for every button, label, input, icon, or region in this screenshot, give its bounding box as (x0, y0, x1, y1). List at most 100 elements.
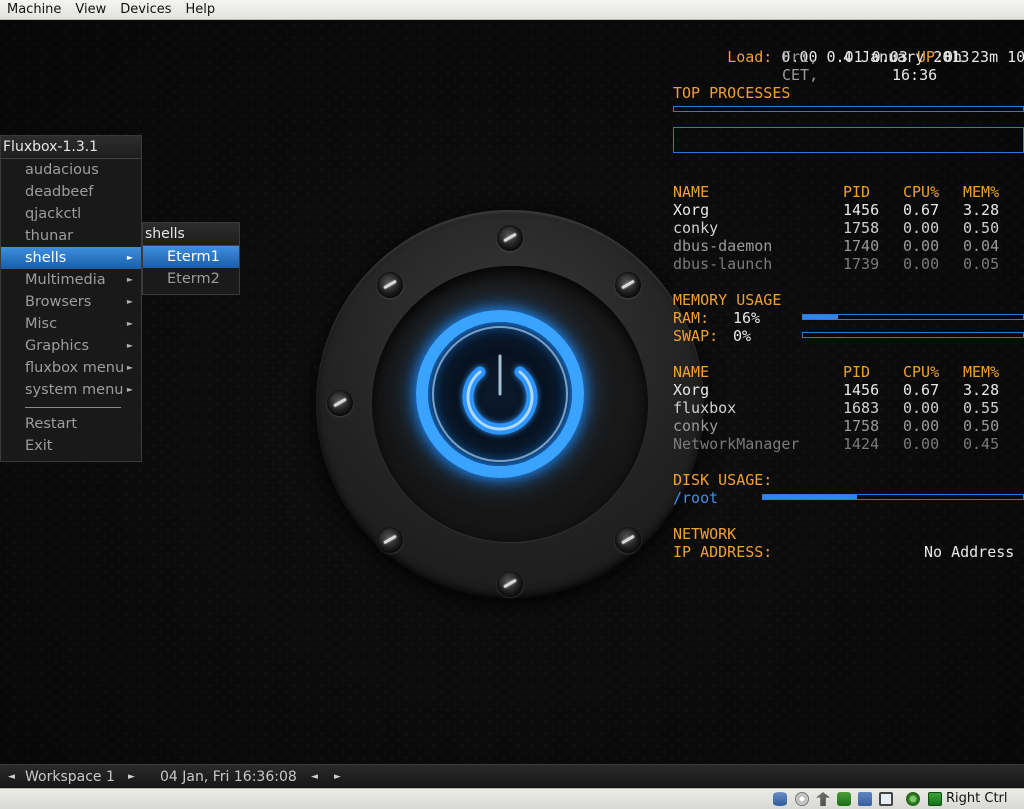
submenu-title: shells (143, 223, 239, 246)
menu-machine[interactable]: Machine (0, 0, 68, 20)
shared-folders-icon[interactable] (858, 792, 872, 806)
menu-devices[interactable]: Devices (113, 0, 178, 20)
process-name: Xorg (673, 381, 710, 399)
keyboard-capture-icon[interactable] (928, 792, 942, 806)
hard-disk-icon[interactable] (773, 792, 787, 806)
toolbar-clock: 04 Jan, Fri 16:36:08 (160, 769, 297, 785)
ip-address-value: No Address (924, 543, 1015, 561)
optical-drive-icon[interactable] (795, 792, 809, 806)
memory-usage-heading: MEMORY USAGE (673, 291, 782, 309)
time-value: 16:36 (892, 66, 938, 84)
usb-icon[interactable] (816, 792, 830, 806)
conky-monitor: Load: 0.00 0.01 0.03 UP:0h 23m 10s Fri, … (673, 20, 1024, 561)
swap-bar (802, 332, 1024, 338)
cpu-graph (673, 127, 1024, 153)
menu-item-restart[interactable]: Restart (1, 413, 141, 435)
menu-item-eterm2[interactable]: Eterm2 (143, 268, 239, 290)
column-header-mem: MEM% (963, 183, 1000, 201)
menu-item-label: Eterm1 (167, 249, 220, 265)
submenu-arrow-icon: ► (126, 385, 133, 394)
menu-item-audacious[interactable]: audacious (1, 159, 141, 181)
menu-item-eterm1[interactable]: Eterm1 (143, 246, 239, 268)
process-mem: 0.45 (963, 435, 1000, 453)
shells-submenu: shells Eterm1 Eterm2 (142, 222, 240, 295)
menu-item-label: Graphics (25, 338, 90, 354)
menu-item-thunar[interactable]: thunar (1, 225, 141, 247)
menu-item-label: qjackctl (25, 206, 82, 222)
menu-item-label: shells (25, 250, 67, 266)
screw-icon (327, 390, 353, 416)
menu-view[interactable]: View (68, 0, 113, 20)
disk-root-bar (762, 494, 1024, 500)
day-label: Fri, (782, 48, 819, 66)
display-icon[interactable] (879, 792, 893, 806)
process-cpu: 0.00 (903, 399, 940, 417)
process-cpu: 0.67 (903, 201, 940, 219)
workspace-prev-icon[interactable]: ◄ (8, 765, 15, 789)
submenu-arrow-icon: ► (126, 297, 133, 306)
column-header-cpu: CPU% (903, 183, 940, 201)
submenu-arrow-icon: ► (126, 275, 133, 284)
date-value: 4 January 2013 (843, 48, 970, 66)
process-pid: 1456 (843, 201, 880, 219)
top-processes-heading: TOP PROCESSES (673, 84, 791, 102)
submenu-arrow-icon: ► (126, 363, 133, 372)
process-mem: 0.55 (963, 399, 1000, 417)
process-pid: 1456 (843, 381, 880, 399)
screw-icon (497, 571, 523, 597)
menu-item-exit[interactable]: Exit (1, 435, 141, 457)
menu-help[interactable]: Help (179, 0, 223, 20)
fluxbox-root-menu: Fluxbox-1.3.1 audacious deadbeef qjackct… (0, 135, 142, 462)
process-mem: 3.28 (963, 381, 1000, 399)
submenu-arrow-icon: ► (126, 253, 133, 262)
menu-item-multimedia[interactable]: Multimedia ► (1, 269, 141, 291)
power-ring (416, 310, 584, 478)
host-key-label: Right Ctrl (946, 791, 1008, 806)
timezone-label: CET, (782, 66, 819, 84)
process-pid: 1424 (843, 435, 880, 453)
process-mem: 0.50 (963, 219, 1000, 237)
menu-item-graphics[interactable]: Graphics ► (1, 335, 141, 357)
workspace-name[interactable]: Workspace 1 (25, 765, 115, 789)
menu-item-label: Restart (25, 416, 78, 432)
menu-item-shells[interactable]: shells ► (1, 247, 141, 269)
menu-item-system-menu[interactable]: system menu ► (1, 379, 141, 401)
load-label: Load: (727, 48, 773, 66)
menu-item-label: deadbeef (25, 184, 94, 200)
process-cpu: 0.00 (903, 417, 940, 435)
workspace-next-icon[interactable]: ► (128, 765, 135, 789)
menu-item-fluxbox-menu[interactable]: fluxbox menu ► (1, 357, 141, 379)
process-cpu: 0.00 (903, 435, 940, 453)
process-cpu: 0.67 (903, 381, 940, 399)
menu-item-label: audacious (25, 162, 99, 178)
fluxbox-toolbar: ◄ Workspace 1 ► 04 Jan, Fri 16:36:08 ◄ ► (0, 764, 1024, 789)
window-prev-icon[interactable]: ◄ (311, 765, 318, 789)
network-heading: NETWORK (673, 525, 737, 543)
process-pid: 1758 (843, 417, 880, 435)
top-processes-bar (673, 106, 1024, 112)
submenu-arrow-icon: ► (126, 341, 133, 350)
menu-item-misc[interactable]: Misc ► (1, 313, 141, 335)
column-header-pid: PID (843, 183, 871, 201)
menu-item-qjackctl[interactable]: qjackctl (1, 203, 141, 225)
capture-icon[interactable] (906, 792, 920, 806)
power-bezel (372, 266, 648, 542)
process-name: conky (673, 219, 719, 237)
network-icon[interactable] (837, 792, 851, 806)
column-header-name: NAME (673, 183, 710, 201)
swap-value: 0% (733, 327, 752, 345)
menu-item-browsers[interactable]: Browsers ► (1, 291, 141, 313)
menu-item-deadbeef[interactable]: deadbeef (1, 181, 141, 203)
window-next-icon[interactable]: ► (334, 765, 341, 789)
vm-statusbar: Right Ctrl (0, 788, 1024, 809)
process-mem: 0.04 (963, 237, 1000, 255)
menu-item-label: thunar (25, 228, 74, 244)
process-pid: 1683 (843, 399, 880, 417)
desktop[interactable]: Fluxbox-1.3.1 audacious deadbeef qjackct… (0, 20, 1024, 764)
menu-padding (1, 457, 141, 461)
column-header-cpu: CPU% (903, 363, 940, 381)
disk-bar-fill (763, 495, 857, 499)
power-button-wallpaper (316, 210, 704, 598)
process-name: fluxbox (673, 399, 737, 417)
menu-item-label: Multimedia (25, 272, 106, 288)
